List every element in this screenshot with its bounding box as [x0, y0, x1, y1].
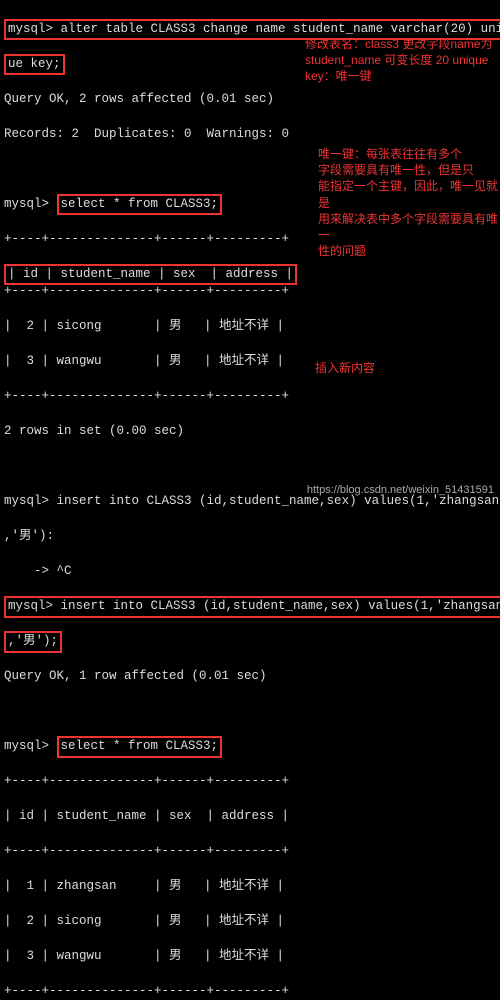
cmd-text: insert into CLASS3 (id,student_name,sex)…: [53, 599, 500, 613]
table-sep: +----+--------------+------+---------+: [4, 388, 496, 406]
table-sep: +----+--------------+------+---------+: [4, 843, 496, 861]
table-header: | id | student_name | sex | address |: [4, 264, 297, 286]
cmd-insert-fail-2: ,'男'):: [4, 528, 496, 546]
msg-ok-2rows: Query OK, 2 rows affected (0.01 sec): [4, 91, 496, 109]
cmd-text: alter table CLASS3 change name student_n…: [53, 22, 500, 36]
table-row: | 2 | sicong | 男 | 地址不详 |: [4, 318, 496, 336]
prompt: mysql>: [4, 739, 49, 753]
cmd-abort[interactable]: -> ^C: [4, 563, 496, 581]
table-row: | 1 | zhangsan | 男 | 地址不详 |: [4, 878, 496, 896]
table-sep: +----+--------------+------+---------+: [4, 983, 496, 1000]
cmd-insert-ok-2[interactable]: ,'男');: [4, 633, 496, 651]
msg-records: Records: 2 Duplicates: 0 Warnings: 0: [4, 126, 496, 144]
prompt: mysql>: [4, 197, 49, 211]
cmd-select2[interactable]: mysql> select * from CLASS3;: [4, 738, 496, 756]
table-row: | 3 | wangwu | 男 | 地址不详 |: [4, 948, 496, 966]
table-row: | 2 | sicong | 男 | 地址不详 |: [4, 913, 496, 931]
watermark: https://blog.csdn.net/weixin_51431591: [307, 484, 494, 496]
cmd-text: select * from CLASS3;: [61, 739, 219, 753]
cmd-insert-ok-1[interactable]: mysql> insert into CLASS3 (id,student_na…: [4, 598, 496, 616]
table-header: | id | student_name | sex | address |: [4, 808, 496, 826]
prompt: mysql>: [4, 494, 49, 508]
prompt: mysql>: [8, 599, 53, 613]
annotation-insert: 插入新内容: [315, 360, 465, 376]
msg-rows2: 2 rows in set (0.00 sec): [4, 423, 496, 441]
cmd-text: ue key;: [8, 57, 61, 71]
annotation-unique-key: 唯一键：每张表往往有多个 字段需要具有唯一性，但是只 能指定一个主键，因此，唯一…: [318, 146, 498, 259]
prompt: mysql>: [8, 22, 53, 36]
cmd-text: insert into CLASS3 (id,student_name,sex)…: [49, 494, 500, 508]
annotation-alter: 修改表名：class3 更改字段name为 student_name 可变长度 …: [305, 36, 495, 85]
msg-ok-1row: Query OK, 1 row affected (0.01 sec): [4, 668, 496, 686]
table-sep: +----+--------------+------+---------+: [4, 773, 496, 791]
cmd-text: select * from CLASS3;: [61, 197, 219, 211]
table-sep: +----+--------------+------+---------+: [4, 283, 496, 301]
